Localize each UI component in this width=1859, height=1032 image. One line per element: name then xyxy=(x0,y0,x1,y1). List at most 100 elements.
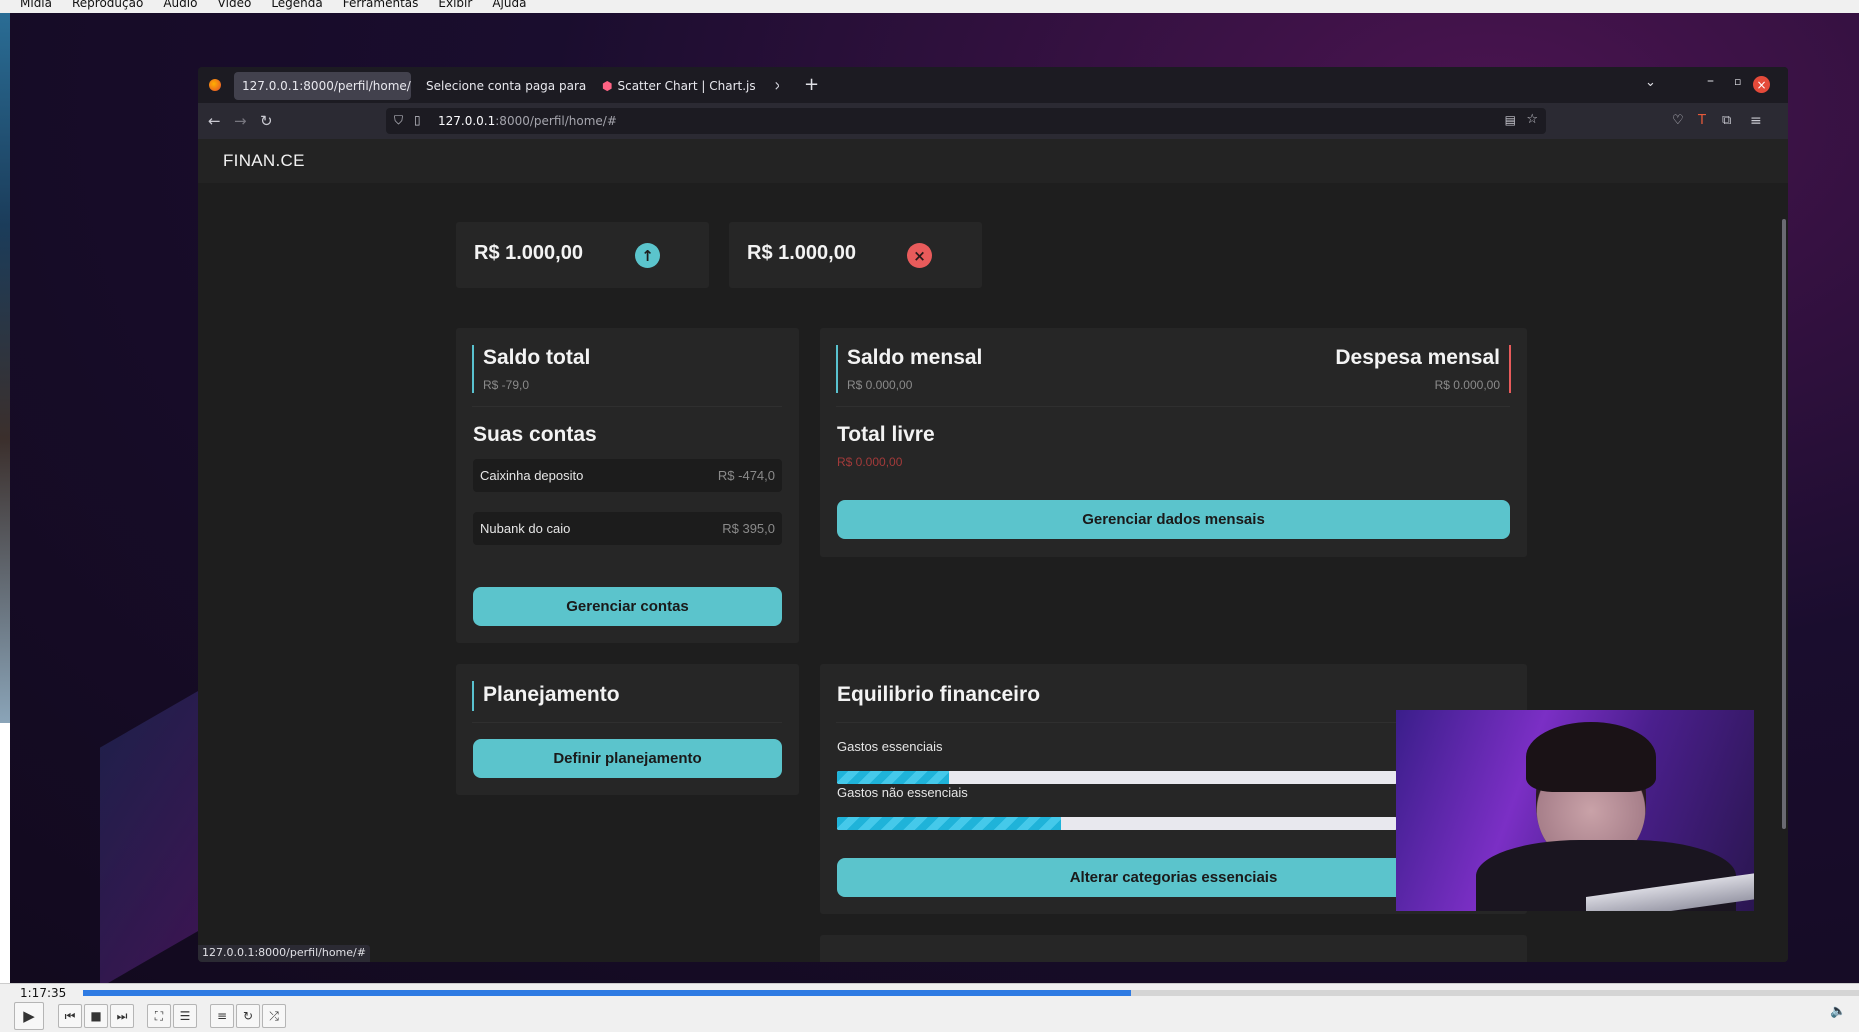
essential-progress-bar xyxy=(837,771,1397,784)
account-row[interactable]: Nubank do caio R$ 395,0 xyxy=(473,512,782,545)
equalizer-icon[interactable]: ☰ xyxy=(173,1004,197,1028)
accent-bar xyxy=(836,345,838,393)
url-host: 127.0.0.1 xyxy=(438,114,496,128)
desktop-edge-lower xyxy=(0,723,10,983)
minimize-icon[interactable]: – xyxy=(1707,73,1714,89)
account-balance: R$ -474,0 xyxy=(717,468,775,483)
saldo-total-title: Saldo total xyxy=(483,346,591,369)
back-icon[interactable]: ← xyxy=(208,112,221,130)
expense-card: R$ 1.000,00 × xyxy=(729,222,982,288)
stop-icon[interactable]: ■ xyxy=(84,1004,108,1028)
seek-bar[interactable] xyxy=(83,990,1859,996)
reload-icon[interactable]: ↻ xyxy=(260,112,273,130)
close-icon[interactable]: × xyxy=(774,79,779,94)
extension-icon[interactable]: T xyxy=(1698,112,1706,130)
tab-home[interactable]: 127.0.0.1:8000/perfil/home/ × xyxy=(234,72,411,100)
navigation-toolbar: ← → ↻ ⛉ ▯ 127.0.0.1:8000/perfil/home/# ▤… xyxy=(198,103,1788,139)
reader-icon[interactable]: ▤ xyxy=(1505,113,1516,127)
contas-title: Suas contas xyxy=(473,423,597,446)
menu-ajuda[interactable]: Ajuda xyxy=(492,0,526,9)
next-card xyxy=(820,935,1527,962)
menu-exibir[interactable]: Exibir xyxy=(438,0,472,9)
bookmark-star-icon[interactable]: ☆ xyxy=(1526,112,1538,127)
progress-fill xyxy=(837,817,1061,830)
accounts-card: Saldo total R$ -79,0 Suas contas Caixinh… xyxy=(456,328,799,643)
fullscreen-icon[interactable]: ⛶ xyxy=(147,1004,171,1028)
forward-icon[interactable]: → xyxy=(234,112,247,130)
chartjs-icon: ⬢ xyxy=(602,79,613,93)
restore-icon[interactable]: ▫ xyxy=(1734,75,1741,88)
arrow-up-icon: ↑ xyxy=(635,243,660,268)
app-navbar: FINAN.CE xyxy=(198,139,1788,183)
tab-chartjs[interactable]: ⬢ Scatter Chart | Chart.js × xyxy=(594,72,779,100)
define-planning-button[interactable]: Definir planejamento xyxy=(473,739,782,778)
playlist-icon[interactable]: ≡ xyxy=(210,1004,234,1028)
income-card: R$ 1.000,00 ↑ xyxy=(456,222,709,288)
tab-list-icon[interactable]: ⌄ xyxy=(1645,75,1656,90)
divider xyxy=(472,722,782,723)
menu-icon[interactable]: ≡ xyxy=(1750,112,1762,130)
url-path: :8000/perfil/home/# xyxy=(495,114,617,128)
close-circle-icon: × xyxy=(907,243,932,268)
saldo-mensal-title: Saldo mensal xyxy=(847,346,983,369)
volume-icon[interactable]: 🔈 xyxy=(1830,1004,1846,1019)
despesa-mensal-title: Despesa mensal xyxy=(1335,346,1500,369)
account-name: Caixinha deposito xyxy=(480,468,584,483)
total-livre-title: Total livre xyxy=(837,423,935,446)
extensions-puzzle-icon[interactable]: ⧉ xyxy=(1722,112,1731,130)
shuffle-icon[interactable]: ⤮ xyxy=(262,1004,286,1028)
divider xyxy=(836,406,1510,407)
accent-bar xyxy=(472,345,474,393)
previous-icon[interactable]: ⏮ xyxy=(58,1004,82,1028)
brand-logo[interactable]: FINAN.CE xyxy=(223,151,305,171)
expense-accent-bar xyxy=(1509,345,1511,393)
planejamento-title: Planejamento xyxy=(483,683,620,706)
new-tab-icon[interactable]: + xyxy=(804,74,819,95)
despesa-mensal-value: R$ 0.000,00 xyxy=(1434,378,1500,392)
desktop-edge xyxy=(0,13,10,723)
essential-label: Gastos essenciais xyxy=(837,739,943,754)
url-field[interactable]: ⛉ ▯ 127.0.0.1:8000/perfil/home/# ▤ ☆ xyxy=(386,108,1546,134)
menu-audio[interactable]: Áudio xyxy=(163,0,197,9)
elapsed-time: 1:17:35 xyxy=(20,986,67,1000)
video-frame: 127.0.0.1:8000/perfil/home/ × Selecione … xyxy=(10,13,1859,983)
non-essential-progress-bar xyxy=(837,817,1397,830)
menu-reproducao[interactable]: Reprodução xyxy=(72,0,143,9)
next-icon[interactable]: ⏭ xyxy=(110,1004,134,1028)
vlc-menubar: Mídia Reprodução Áudio Vídeo Legenda Fer… xyxy=(0,0,1859,13)
play-icon[interactable]: ▶ xyxy=(14,1002,44,1030)
divider xyxy=(472,406,782,407)
equilibrio-title: Equilibrio financeiro xyxy=(837,683,1041,706)
tab-conta[interactable]: Selecione conta paga para m × xyxy=(418,72,590,100)
menu-video[interactable]: Vídeo xyxy=(217,0,251,9)
tab-label: 127.0.0.1:8000/perfil/home/ xyxy=(242,79,411,93)
non-essential-label: Gastos não essenciais xyxy=(837,785,968,800)
tab-label: Scatter Chart | Chart.js xyxy=(617,79,756,93)
status-link: 127.0.0.1:8000/perfil/home/# xyxy=(198,945,370,962)
manage-accounts-button[interactable]: Gerenciar contas xyxy=(473,587,782,626)
close-window-icon[interactable]: × xyxy=(1753,76,1770,93)
planning-card: Planejamento Definir planejamento xyxy=(456,664,799,795)
monthly-card: Saldo mensal R$ 0.000,00 Despesa mensal … xyxy=(820,328,1527,557)
streamer-hair xyxy=(1526,722,1656,792)
menu-legenda[interactable]: Legenda xyxy=(271,0,322,9)
total-livre-value: R$ 0.000,00 xyxy=(837,455,903,469)
menu-ferramentas[interactable]: Ferramentas xyxy=(343,0,419,9)
firefox-icon xyxy=(209,79,221,91)
page-scrollbar[interactable] xyxy=(1782,219,1786,829)
expense-value: R$ 1.000,00 xyxy=(747,242,856,264)
manage-monthly-button[interactable]: Gerenciar dados mensais xyxy=(837,500,1510,539)
income-value: R$ 1.000,00 xyxy=(474,242,583,264)
account-balance: R$ 395,0 xyxy=(722,521,775,536)
page-icon: ▯ xyxy=(414,113,421,127)
account-row[interactable]: Caixinha deposito R$ -474,0 xyxy=(473,459,782,492)
vlc-controls: 1:17:35 ▶ ⏮ ■ ⏭ ⛶ ☰ ≡ ↻ ⤮ 🔈 xyxy=(0,983,1859,1032)
shield-icon: ⛉ xyxy=(394,113,404,127)
accent-bar xyxy=(472,681,474,711)
saldo-total-value: R$ -79,0 xyxy=(483,378,530,392)
loop-icon[interactable]: ↻ xyxy=(236,1004,260,1028)
pocket-icon[interactable]: ♡ xyxy=(1672,112,1684,130)
progress-fill xyxy=(837,771,949,784)
seek-fill xyxy=(83,990,1131,996)
menu-midia[interactable]: Mídia xyxy=(20,0,52,9)
